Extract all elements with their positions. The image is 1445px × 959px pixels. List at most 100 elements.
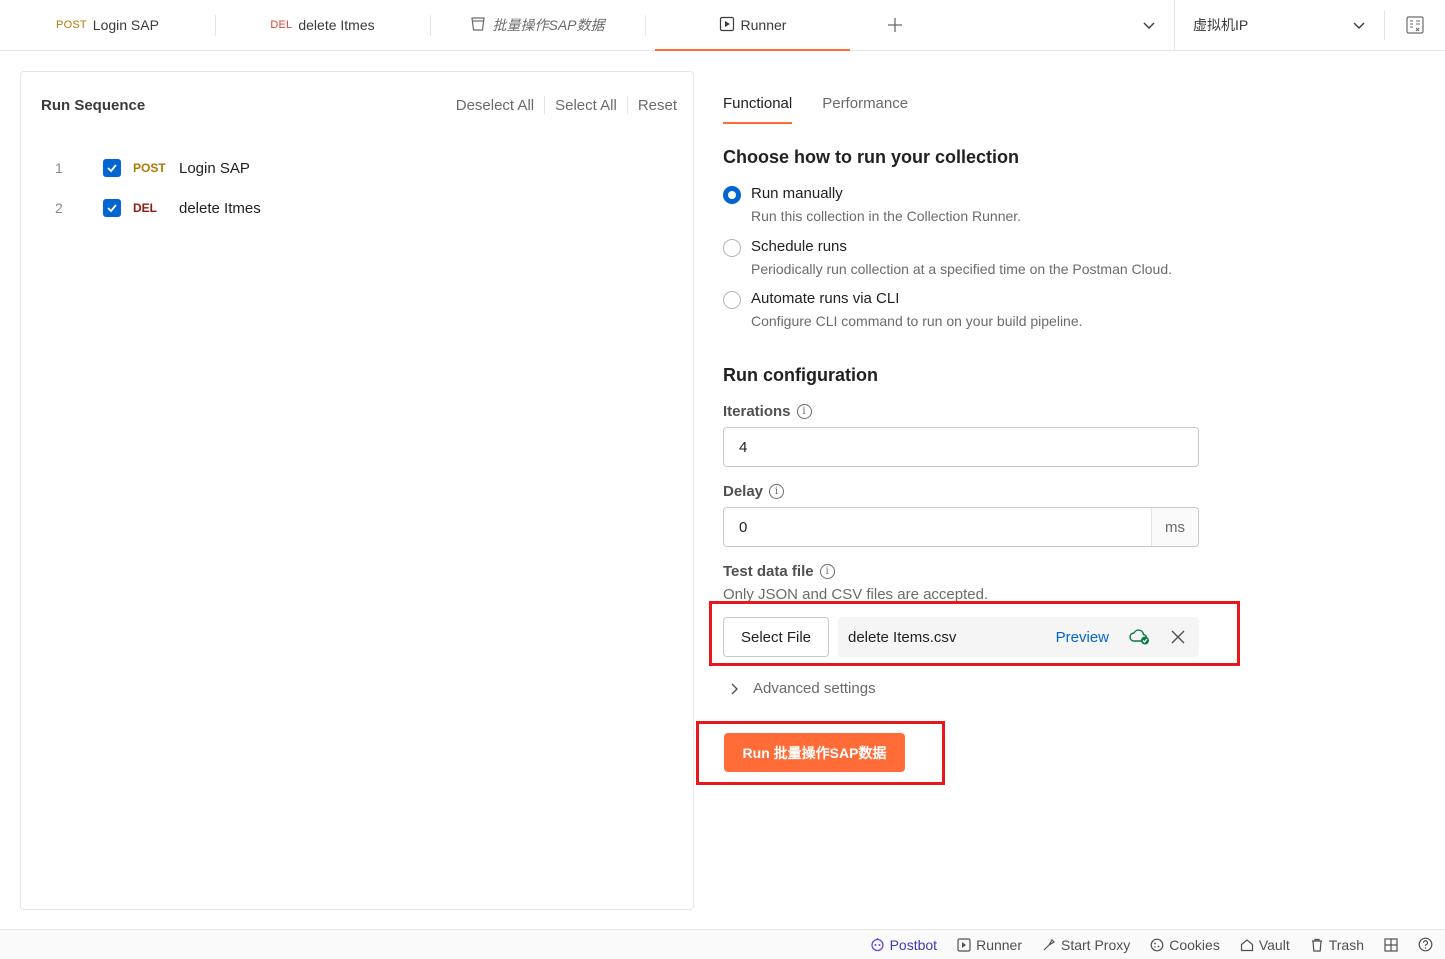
sequence-name: delete Itmes [179, 199, 261, 217]
run-sequence-panel: Run Sequence Deselect All Select All Res… [20, 71, 694, 910]
delay-value: 0 [739, 518, 748, 536]
environment-quick-look-button[interactable] [1385, 0, 1445, 50]
vault-label: Vault [1258, 936, 1290, 953]
radio-button[interactable] [723, 239, 741, 257]
delay-label: Delay i [723, 483, 785, 500]
sequence-checkbox[interactable] [103, 199, 121, 217]
chevron-down-icon [1353, 22, 1365, 29]
radio-button[interactable] [723, 291, 741, 309]
runner-icon [719, 16, 735, 35]
check-icon [107, 164, 117, 173]
sequence-method: DEL [133, 201, 157, 215]
run-option-desc: Run this collection in the Collection Ru… [751, 208, 1022, 224]
sequence-name: Login SAP [179, 159, 250, 177]
iterations-label: Iterations i [723, 403, 812, 420]
radio-button[interactable] [723, 186, 741, 204]
run-option-cli[interactable]: Automate runs via CLI Configure CLI comm… [723, 290, 1083, 329]
test-data-label-text: Test data file [723, 563, 814, 580]
chevron-right-icon [731, 683, 738, 694]
layout-icon [1384, 937, 1398, 952]
iterations-label-text: Iterations [723, 403, 791, 420]
postbot-button[interactable]: Postbot [870, 937, 937, 953]
environment-quick-look-icon [1406, 16, 1424, 34]
sequence-checkbox[interactable] [103, 159, 121, 177]
tab-bar: POST Login SAP DEL delete Itmes 批量操作SAP数… [0, 0, 1445, 51]
iterations-input[interactable]: 4 [723, 427, 1199, 467]
cookies-label: Cookies [1169, 936, 1220, 953]
sequence-method: POST [133, 161, 166, 175]
sequence-index: 1 [55, 160, 63, 176]
advanced-settings-label: Advanced settings [753, 680, 876, 697]
deselect-all-button[interactable]: Deselect All [456, 97, 534, 114]
help-icon [1418, 937, 1433, 952]
environment-label: 虚拟机IP [1193, 17, 1249, 33]
trash-icon [1311, 938, 1322, 952]
divider [626, 96, 628, 114]
runner-footer-button[interactable]: Runner [957, 937, 1022, 953]
delay-label-text: Delay [723, 483, 764, 500]
tab-label: delete Itmes [298, 17, 375, 33]
advanced-settings-toggle[interactable]: Advanced settings [729, 680, 876, 697]
cookie-icon [1150, 938, 1164, 951]
vault-button[interactable]: Vault [1240, 937, 1290, 953]
run-configuration-heading: Run configuration [723, 365, 878, 385]
highlight-box [709, 601, 1240, 666]
collection-icon [470, 16, 486, 35]
tab-performance[interactable]: Performance [822, 71, 908, 124]
tabs-dropdown-button[interactable] [1123, 0, 1175, 50]
reset-button[interactable]: Reset [638, 97, 677, 114]
start-proxy-button[interactable]: Start Proxy [1042, 937, 1130, 953]
status-bar: Postbot Runner Start Proxy Cookies Vault… [0, 929, 1445, 959]
runner-icon [957, 937, 971, 952]
info-icon[interactable]: i [769, 484, 785, 499]
select-all-button[interactable]: Select All [555, 97, 617, 114]
run-option-title: Run manually [751, 185, 843, 202]
run-option-desc: Periodically run collection at a specifi… [751, 261, 1172, 277]
trash-label: Trash [1328, 936, 1364, 953]
postbot-icon [870, 938, 884, 952]
runner-label: Runner [976, 936, 1022, 953]
highlight-box [696, 721, 945, 785]
iterations-value: 4 [739, 438, 748, 456]
run-option-schedule[interactable]: Schedule runs Periodically run collectio… [723, 238, 1172, 277]
tab-runner[interactable]: Runner [645, 0, 860, 51]
tab-label: Runner [740, 17, 787, 33]
tab-delete-items[interactable]: DEL delete Itmes [215, 0, 430, 50]
sequence-index: 2 [55, 200, 63, 216]
help-button[interactable] [1418, 937, 1433, 952]
layout-button[interactable] [1384, 937, 1398, 952]
tab-login-sap[interactable]: POST Login SAP [0, 0, 215, 50]
run-mode-heading: Choose how to run your collection [723, 147, 1020, 167]
tab-functional[interactable]: Functional [723, 71, 793, 124]
delay-unit: ms [1151, 508, 1198, 546]
run-option-manual[interactable]: Run manually Run this collection in the … [723, 185, 1021, 224]
check-icon [107, 204, 117, 213]
plus-icon [888, 18, 902, 32]
run-sequence-title: Run Sequence [41, 97, 146, 114]
environment-selector[interactable]: 虚拟机IP [1175, 10, 1385, 40]
postbot-label: Postbot [889, 936, 938, 953]
start-proxy-label: Start Proxy [1061, 936, 1131, 953]
runner-mode-tabs: Functional Performance [723, 71, 1423, 124]
proxy-icon [1043, 938, 1055, 950]
delay-input[interactable]: 0 ms [723, 507, 1199, 547]
tab-method-del: DEL [270, 19, 293, 31]
info-icon[interactable]: i [819, 564, 835, 579]
info-icon[interactable]: i [796, 404, 812, 419]
chevron-down-icon [1143, 22, 1154, 29]
run-option-title: Schedule runs [751, 238, 847, 255]
test-data-label: Test data file i [723, 563, 835, 580]
sequence-item[interactable]: 1 POST Login SAP [21, 153, 693, 183]
trash-button[interactable]: Trash [1310, 937, 1364, 953]
divider [544, 96, 546, 114]
cookies-button[interactable]: Cookies [1150, 937, 1220, 953]
sequence-item[interactable]: 2 DEL delete Itmes [21, 193, 693, 223]
tab-method-post: POST [56, 19, 87, 31]
run-config-panel: Functional Performance Choose how to run… [723, 71, 1423, 772]
run-option-desc: Configure CLI command to run on your bui… [751, 313, 1083, 329]
run-option-title: Automate runs via CLI [751, 290, 900, 307]
tab-label: Login SAP [92, 17, 159, 33]
tab-label: 批量操作SAP数据 [492, 17, 605, 33]
tab-collection[interactable]: 批量操作SAP数据 [430, 0, 645, 50]
new-tab-button[interactable] [860, 0, 930, 50]
